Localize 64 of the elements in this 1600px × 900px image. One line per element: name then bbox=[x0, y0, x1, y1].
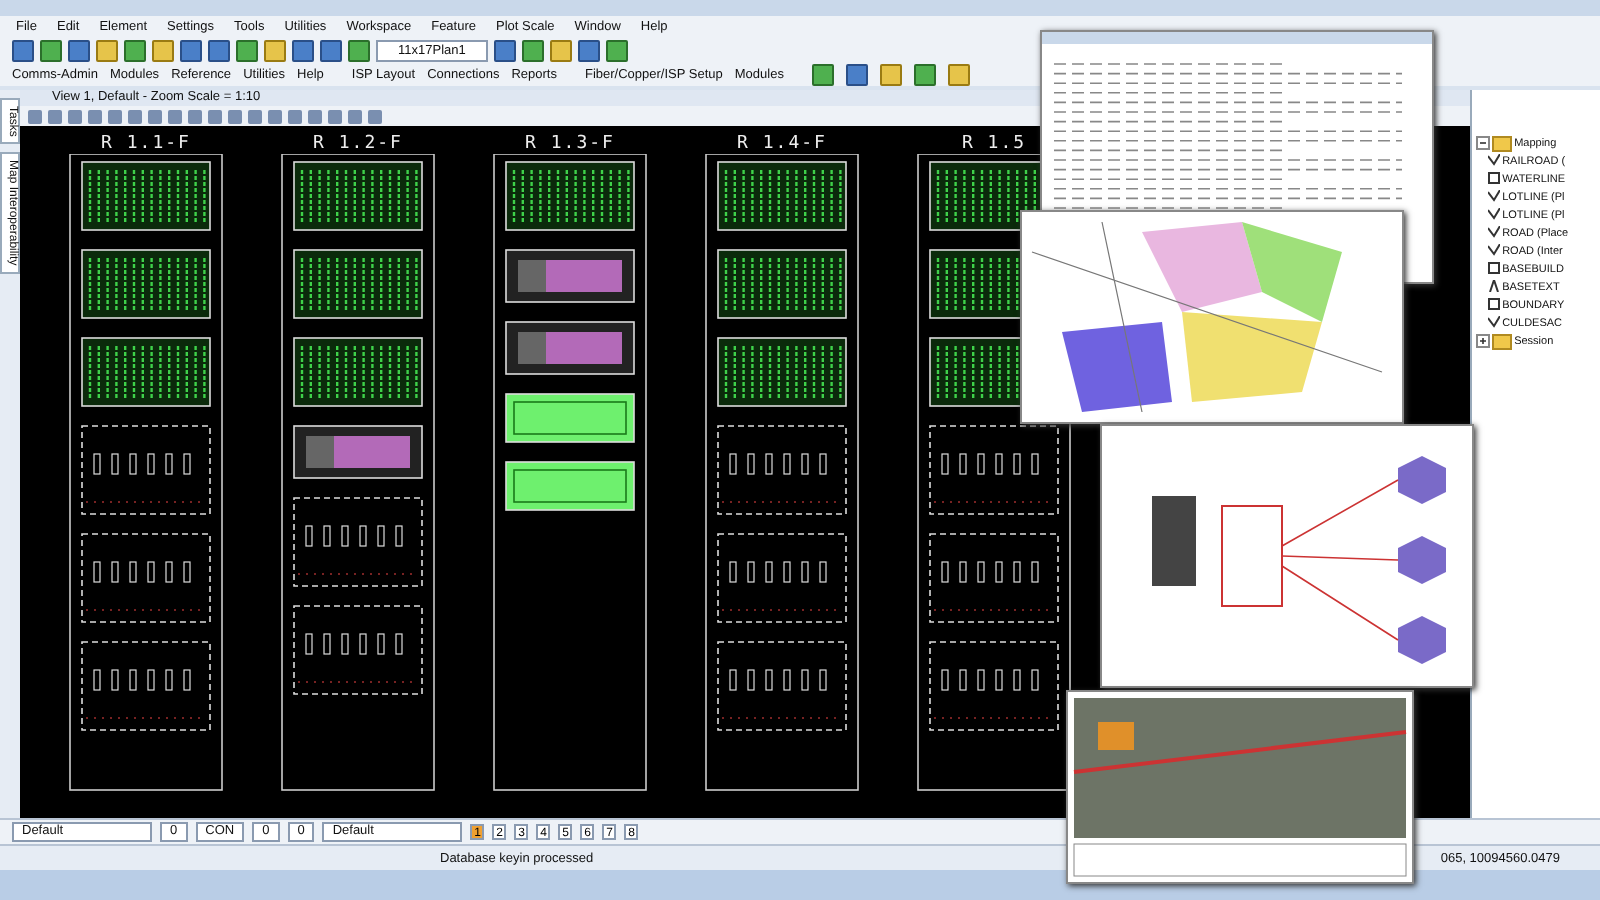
tool-icon[interactable] bbox=[124, 39, 146, 61]
patch-panel-drawing bbox=[717, 161, 847, 231]
chassis-drawing bbox=[293, 605, 423, 695]
tool-icon[interactable] bbox=[292, 39, 314, 61]
tool-icon[interactable] bbox=[493, 39, 516, 61]
fiber-tray-drawing bbox=[505, 461, 635, 511]
tool-icon[interactable] bbox=[264, 39, 286, 61]
chassis-drawing bbox=[717, 641, 847, 731]
tool-icon[interactable] bbox=[180, 39, 202, 61]
tool-icon[interactable] bbox=[605, 39, 628, 61]
patch-panel-drawing bbox=[81, 249, 211, 319]
tool-icon[interactable] bbox=[208, 39, 230, 61]
tool-icon[interactable] bbox=[12, 39, 34, 61]
patch-panel-drawing bbox=[293, 161, 423, 231]
patch-panel-drawing bbox=[293, 249, 423, 319]
rack-label: R 1.1-F bbox=[101, 134, 191, 154]
patch-panel-drawing bbox=[81, 337, 211, 407]
text-icon bbox=[1486, 279, 1501, 295]
tool-icon[interactable] bbox=[549, 39, 572, 61]
chassis-drawing bbox=[929, 533, 1059, 623]
chassis-drawing bbox=[717, 533, 847, 623]
rack-label: R 1.4-F bbox=[737, 134, 827, 154]
tool-icon[interactable] bbox=[913, 64, 936, 86]
shape-icon bbox=[1486, 171, 1501, 187]
line-icon bbox=[1486, 315, 1501, 331]
rack-label: R 1.5 bbox=[961, 134, 1027, 154]
switch-drawing bbox=[505, 249, 635, 303]
line-icon bbox=[1486, 153, 1501, 169]
collapse-icon[interactable] bbox=[1476, 136, 1491, 150]
shape-icon bbox=[1486, 261, 1501, 277]
patch-panel-drawing bbox=[717, 249, 847, 319]
tool-icon[interactable] bbox=[577, 39, 600, 61]
chassis-drawing bbox=[81, 641, 211, 731]
shape-icon bbox=[1486, 297, 1501, 313]
tool-icon[interactable] bbox=[947, 64, 970, 86]
chassis-drawing bbox=[929, 425, 1059, 515]
chassis-drawing bbox=[81, 425, 211, 515]
rack-label: R 1.2-F bbox=[313, 134, 403, 154]
fiber-tray-drawing bbox=[505, 393, 635, 443]
tool-icon[interactable] bbox=[521, 39, 544, 61]
chassis-drawing bbox=[717, 425, 847, 515]
tool-icon[interactable] bbox=[40, 39, 62, 61]
tool-icon[interactable] bbox=[348, 39, 370, 61]
tool-icon[interactable] bbox=[879, 64, 902, 86]
chassis-drawing bbox=[81, 533, 211, 623]
folder-icon bbox=[1492, 135, 1513, 151]
tool-icon[interactable] bbox=[152, 39, 174, 61]
expand-icon[interactable] bbox=[1476, 334, 1491, 348]
switch-drawing bbox=[293, 425, 423, 479]
rack-label: R 1.3-F bbox=[525, 134, 615, 154]
switch-drawing bbox=[505, 321, 635, 375]
patch-panel-drawing bbox=[293, 337, 423, 407]
chassis-drawing bbox=[293, 497, 423, 587]
tool-icon[interactable] bbox=[811, 64, 834, 86]
tool-icon[interactable] bbox=[236, 39, 258, 61]
tool-icon[interactable] bbox=[845, 64, 868, 86]
patch-panel-drawing bbox=[717, 337, 847, 407]
patch-panel-drawing bbox=[81, 161, 211, 231]
folder-icon bbox=[1492, 333, 1513, 349]
tool-icon[interactable] bbox=[68, 39, 90, 61]
tool-icon[interactable] bbox=[96, 39, 118, 61]
patch-panel-drawing bbox=[505, 161, 635, 231]
chassis-drawing bbox=[929, 641, 1059, 731]
tool-icon[interactable] bbox=[320, 39, 342, 61]
